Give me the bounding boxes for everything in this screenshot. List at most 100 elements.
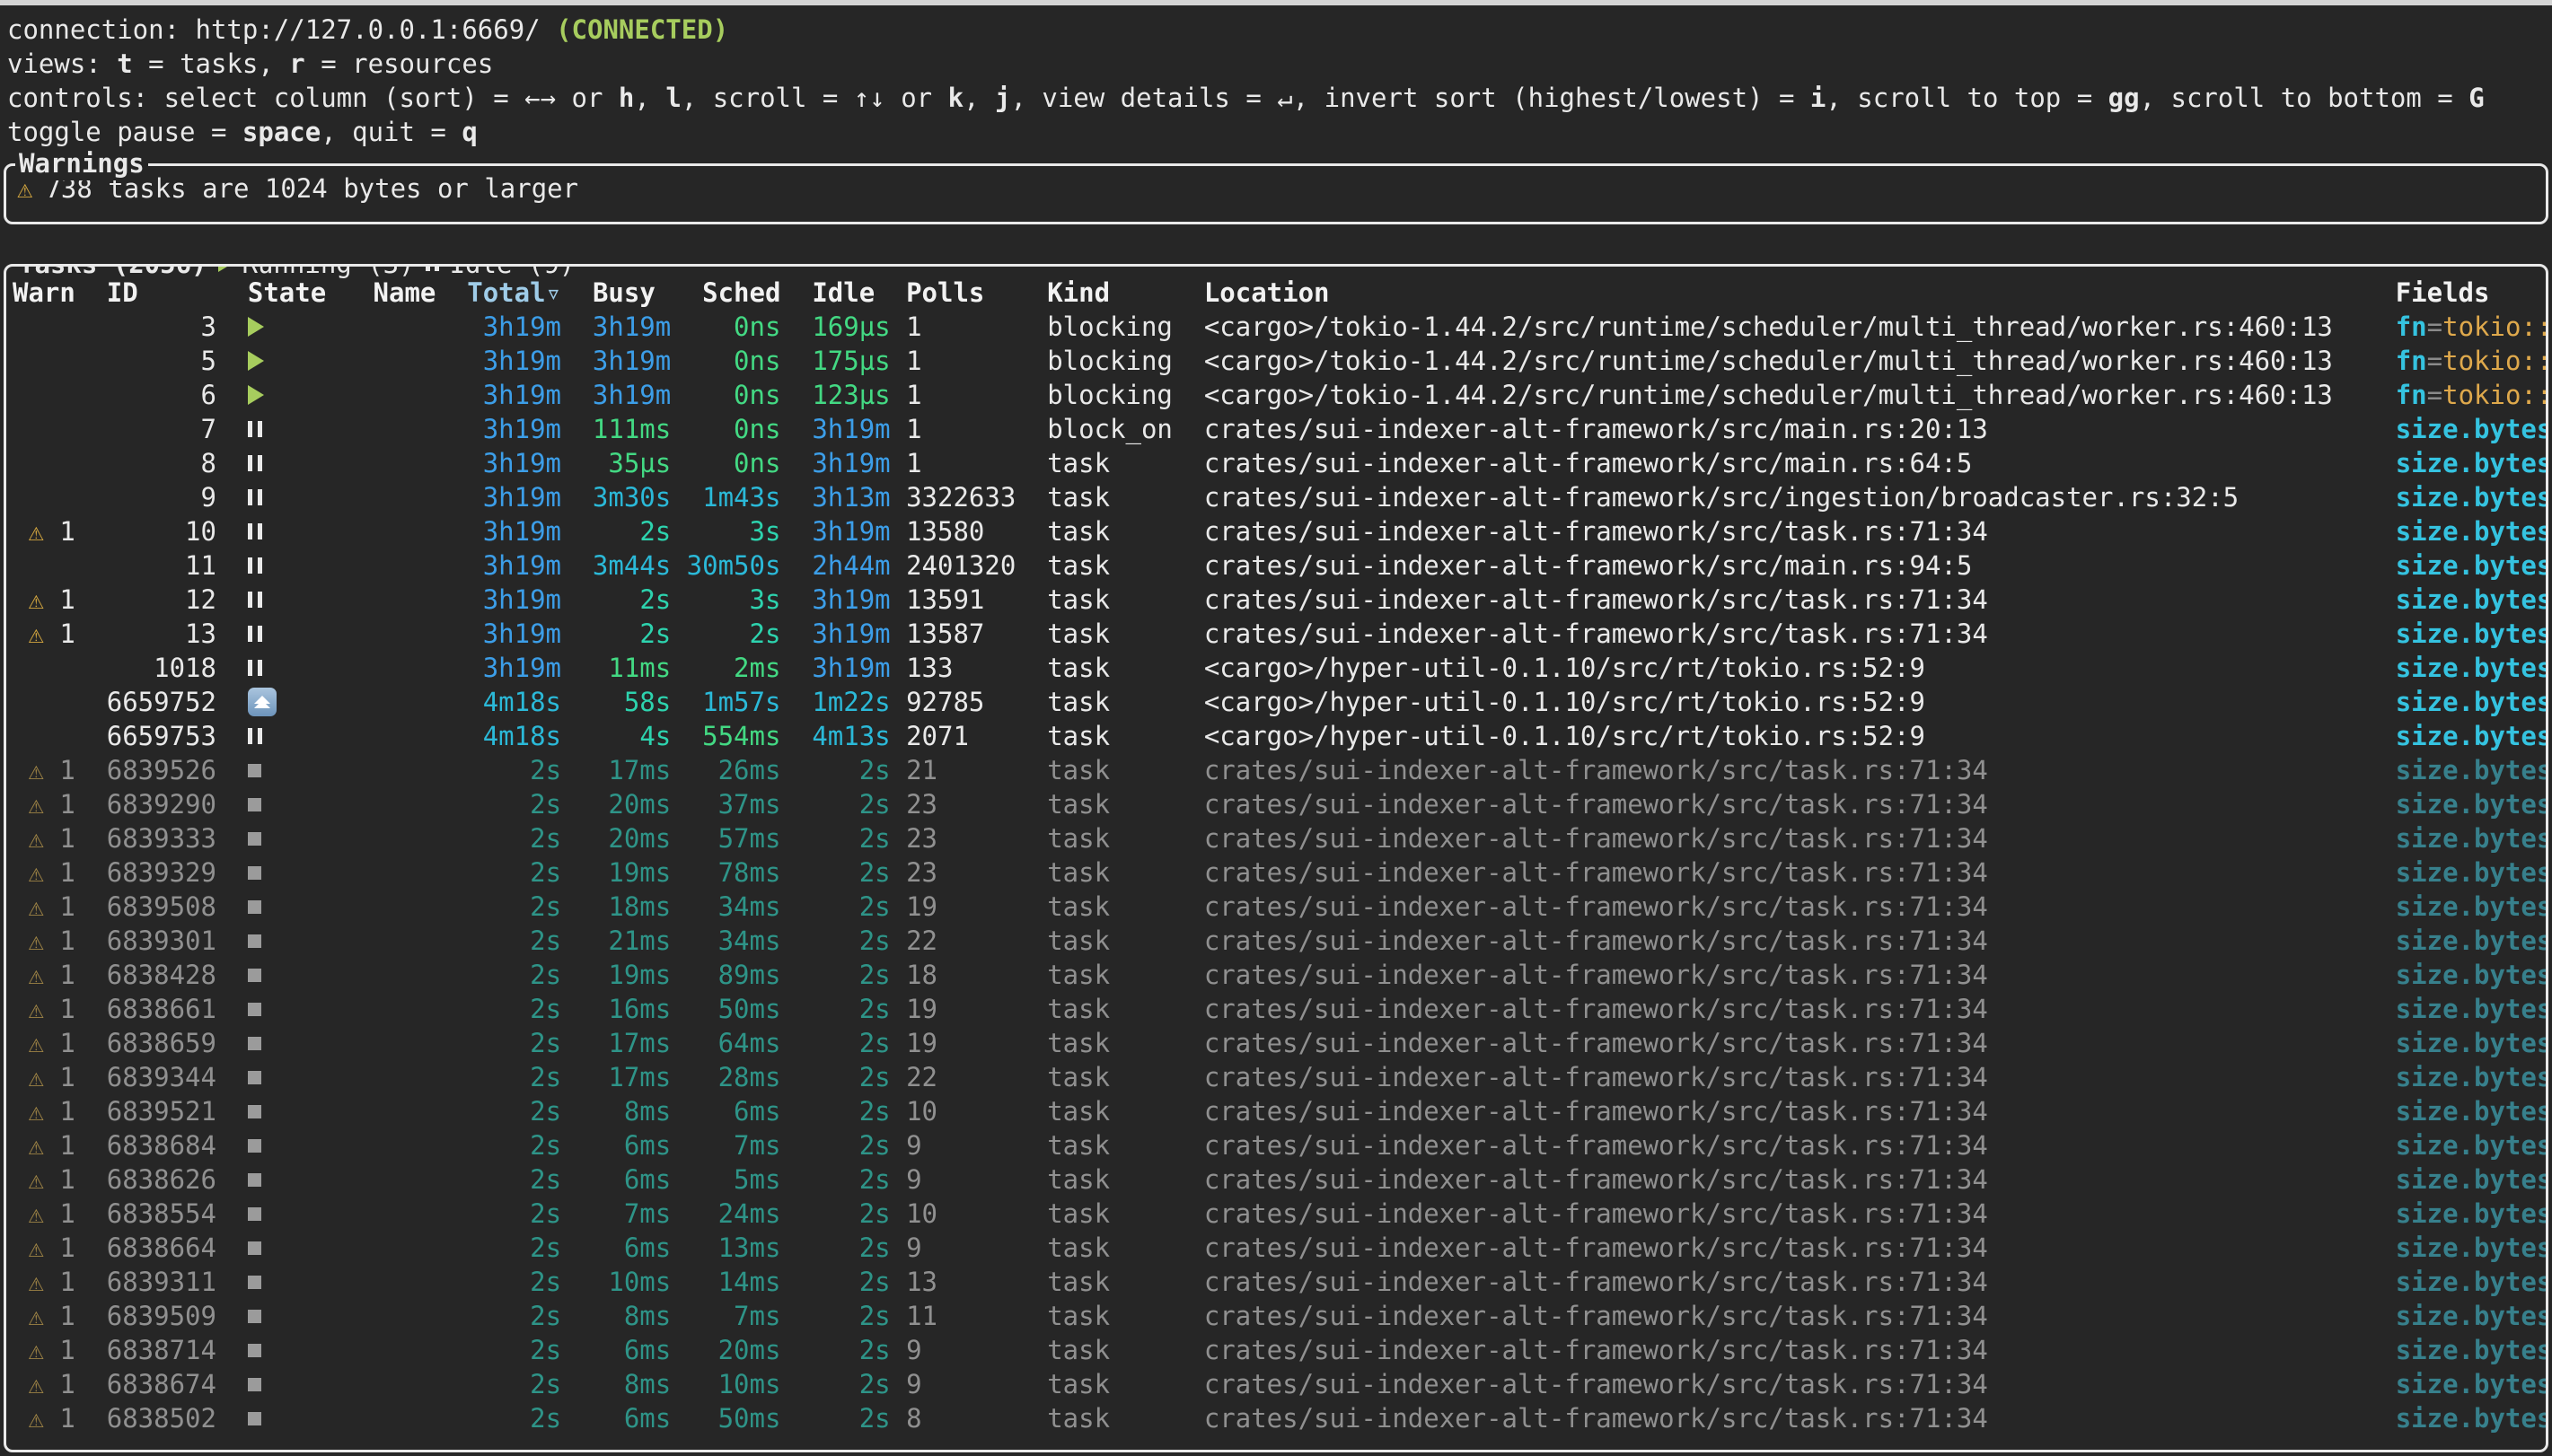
task-fields: size.bytes=	[2396, 685, 2548, 719]
task-row[interactable]: ⚠ 168393332s20ms57ms2s23taskcrates/sui-i…	[13, 821, 2546, 855]
task-row[interactable]: 113h19m3m44s30m50s2h44m2401320taskcrates…	[13, 548, 2546, 583]
header-polls[interactable]: Polls	[906, 276, 1047, 310]
task-location: <cargo>/tokio-1.44.2/src/runtime/schedul…	[1204, 310, 2396, 344]
task-row[interactable]: ⚠ 1103h19m2s3s3h19m13580taskcrates/sui-i…	[13, 514, 2546, 548]
polls-count: 1	[906, 446, 1047, 480]
task-row[interactable]: ⚠ 168387142s6ms20ms2s9taskcrates/sui-ind…	[13, 1333, 2546, 1367]
sched-duration: 10ms	[671, 1367, 780, 1401]
header-location[interactable]: Location	[1204, 276, 2396, 310]
warning-icon: ⚠	[13, 1198, 59, 1229]
task-row[interactable]: ⚠ 168386642s6ms13ms2s9taskcrates/sui-ind…	[13, 1231, 2546, 1265]
header-kind[interactable]: Kind	[1047, 276, 1204, 310]
task-kind: task	[1047, 958, 1204, 992]
task-row[interactable]: ⚠ 168385542s7ms24ms2s10taskcrates/sui-in…	[13, 1197, 2546, 1231]
busy-duration: 2s	[561, 617, 671, 651]
header-fields[interactable]: Fields	[2396, 276, 2548, 310]
task-row[interactable]: 66597534m18s4s554ms4m13s2071task<cargo>/…	[13, 719, 2546, 753]
busy-duration: 6ms	[561, 1333, 671, 1367]
polls-count: 9	[906, 1128, 1047, 1162]
field-key: size.bytes	[2396, 994, 2548, 1024]
task-row[interactable]: 53h19m3h19m0ns175µs1blocking<cargo>/toki…	[13, 344, 2546, 378]
state-cell	[248, 1367, 374, 1401]
sched-duration: 3s	[671, 583, 780, 617]
warn-cell: ⚠ 1	[13, 1094, 107, 1128]
task-row[interactable]: ⚠ 168386262s6ms5ms2s9taskcrates/sui-inde…	[13, 1162, 2546, 1197]
warning-icon: ⚠	[13, 618, 59, 649]
task-id: 6838674	[107, 1367, 216, 1401]
state-cell	[248, 890, 374, 924]
polls-count: 3322633	[906, 480, 1047, 514]
task-id: 6659753	[107, 719, 216, 753]
task-row[interactable]: ⚠ 168393012s21ms34ms2s22taskcrates/sui-i…	[13, 924, 2546, 958]
task-location: <cargo>/tokio-1.44.2/src/runtime/schedul…	[1204, 378, 2396, 412]
task-id: 6839508	[107, 890, 216, 924]
idle-duration: 3h19m	[780, 412, 890, 446]
task-row[interactable]: ⚠ 168395262s17ms26ms2s21taskcrates/sui-i…	[13, 753, 2546, 787]
task-row[interactable]: ⚠ 168384282s19ms89ms2s18taskcrates/sui-i…	[13, 958, 2546, 992]
task-row[interactable]: 83h19m35µs0ns3h19m1taskcrates/sui-indexe…	[13, 446, 2546, 480]
task-row[interactable]: ⚠ 168386612s16ms50ms2s19taskcrates/sui-i…	[13, 992, 2546, 1026]
field-key: size.bytes	[2396, 550, 2548, 581]
polls-count: 23	[906, 821, 1047, 855]
state-paused-icon	[248, 719, 374, 753]
task-row[interactable]: ⚠ 168386592s17ms64ms2s19taskcrates/sui-i…	[13, 1026, 2546, 1060]
total-duration: 3h19m	[452, 480, 561, 514]
state-cell	[248, 1094, 374, 1128]
sched-duration: 30m50s	[671, 548, 780, 583]
state-cell	[248, 685, 374, 719]
task-row[interactable]: 93h19m3m30s1m43s3h13m3322633taskcrates/s…	[13, 480, 2546, 514]
task-fields: size.bytes=	[2396, 821, 2548, 855]
warning-item: ⚠ 738 tasks are 1024 bytes or larger	[17, 171, 2546, 206]
task-row[interactable]: ⚠ 1133h19m2s2s3h19m13587taskcrates/sui-i…	[13, 617, 2546, 651]
state-cell	[248, 651, 374, 685]
sched-duration: 5ms	[671, 1162, 780, 1197]
warning-icon: ⚠	[13, 857, 59, 888]
state-stopped-icon	[248, 958, 374, 992]
task-fields: size.bytes=	[2396, 583, 2548, 617]
task-row[interactable]: ⚠ 168385022s6ms50ms2s8taskcrates/sui-ind…	[13, 1401, 2546, 1435]
task-row[interactable]: ⚠ 168393112s10ms14ms2s13taskcrates/sui-i…	[13, 1265, 2546, 1299]
task-row[interactable]: 63h19m3h19m0ns123µs1blocking<cargo>/toki…	[13, 378, 2546, 412]
task-row[interactable]: 33h19m3h19m0ns169µs1blocking<cargo>/toki…	[13, 310, 2546, 344]
task-row[interactable]: ⚠ 168386842s6ms7ms2s9taskcrates/sui-inde…	[13, 1128, 2546, 1162]
task-kind: task	[1047, 583, 1204, 617]
task-row[interactable]: 10183h19m11ms2ms3h19m133task<cargo>/hype…	[13, 651, 2546, 685]
busy-duration: 10ms	[561, 1265, 671, 1299]
header-idle[interactable]: Idle	[780, 276, 890, 310]
task-row[interactable]: ⚠ 168393292s19ms78ms2s23taskcrates/sui-i…	[13, 855, 2546, 890]
task-fields: fn=tokio::r	[2396, 344, 2548, 378]
task-kind: blocking	[1047, 310, 1204, 344]
sched-duration: 3s	[671, 514, 780, 548]
task-row[interactable]: 66597524m18s58s1m57s1m22s92785task<cargo…	[13, 685, 2546, 719]
task-row[interactable]: ⚠ 168395212s8ms6ms2s10taskcrates/sui-ind…	[13, 1094, 2546, 1128]
task-row[interactable]: 73h19m111ms0ns3h19m1block_oncrates/sui-i…	[13, 412, 2546, 446]
total-duration: 4m18s	[452, 685, 561, 719]
task-row[interactable]: ⚠ 168392902s20ms37ms2s23taskcrates/sui-i…	[13, 787, 2546, 821]
task-location: crates/sui-indexer-alt-framework/src/tas…	[1204, 1299, 2396, 1333]
state-paused-icon	[248, 548, 374, 583]
state-stopped-icon	[248, 924, 374, 958]
header-sched[interactable]: Sched	[671, 276, 780, 310]
task-row[interactable]: ⚠ 168386742s8ms10ms2s9taskcrates/sui-ind…	[13, 1367, 2546, 1401]
help-text-segment: , scroll = ↑↓ or	[682, 83, 948, 113]
busy-duration: 6ms	[561, 1231, 671, 1265]
idle-duration: 2s	[780, 1026, 890, 1060]
task-kind: task	[1047, 1231, 1204, 1265]
tasks-title-label: Tasks (2056)	[19, 264, 207, 281]
task-kind: task	[1047, 548, 1204, 583]
polls-count: 1	[906, 412, 1047, 446]
task-row[interactable]: ⚠ 168395092s8ms7ms2s11taskcrates/sui-ind…	[13, 1299, 2546, 1333]
task-row[interactable]: ⚠ 168393442s17ms28ms2s22taskcrates/sui-i…	[13, 1060, 2546, 1094]
task-row[interactable]: ⚠ 168395082s18ms34ms2s19taskcrates/sui-i…	[13, 890, 2546, 924]
polls-count: 10	[906, 1094, 1047, 1128]
task-location: crates/sui-indexer-alt-framework/src/tas…	[1204, 855, 2396, 890]
state-stopped-icon	[248, 1231, 374, 1265]
total-duration: 3h19m	[452, 548, 561, 583]
idle-duration: 2s	[780, 924, 890, 958]
idle-duration: 2s	[780, 1333, 890, 1367]
toggle-pause-line: toggle pause = space, quit = q	[7, 115, 2552, 149]
busy-duration: 8ms	[561, 1299, 671, 1333]
controls-line: controls: select column (sort) = ←→ or h…	[7, 81, 2552, 115]
task-row[interactable]: ⚠ 1123h19m2s3s3h19m13591taskcrates/sui-i…	[13, 583, 2546, 617]
idle-duration: 2s	[780, 753, 890, 787]
